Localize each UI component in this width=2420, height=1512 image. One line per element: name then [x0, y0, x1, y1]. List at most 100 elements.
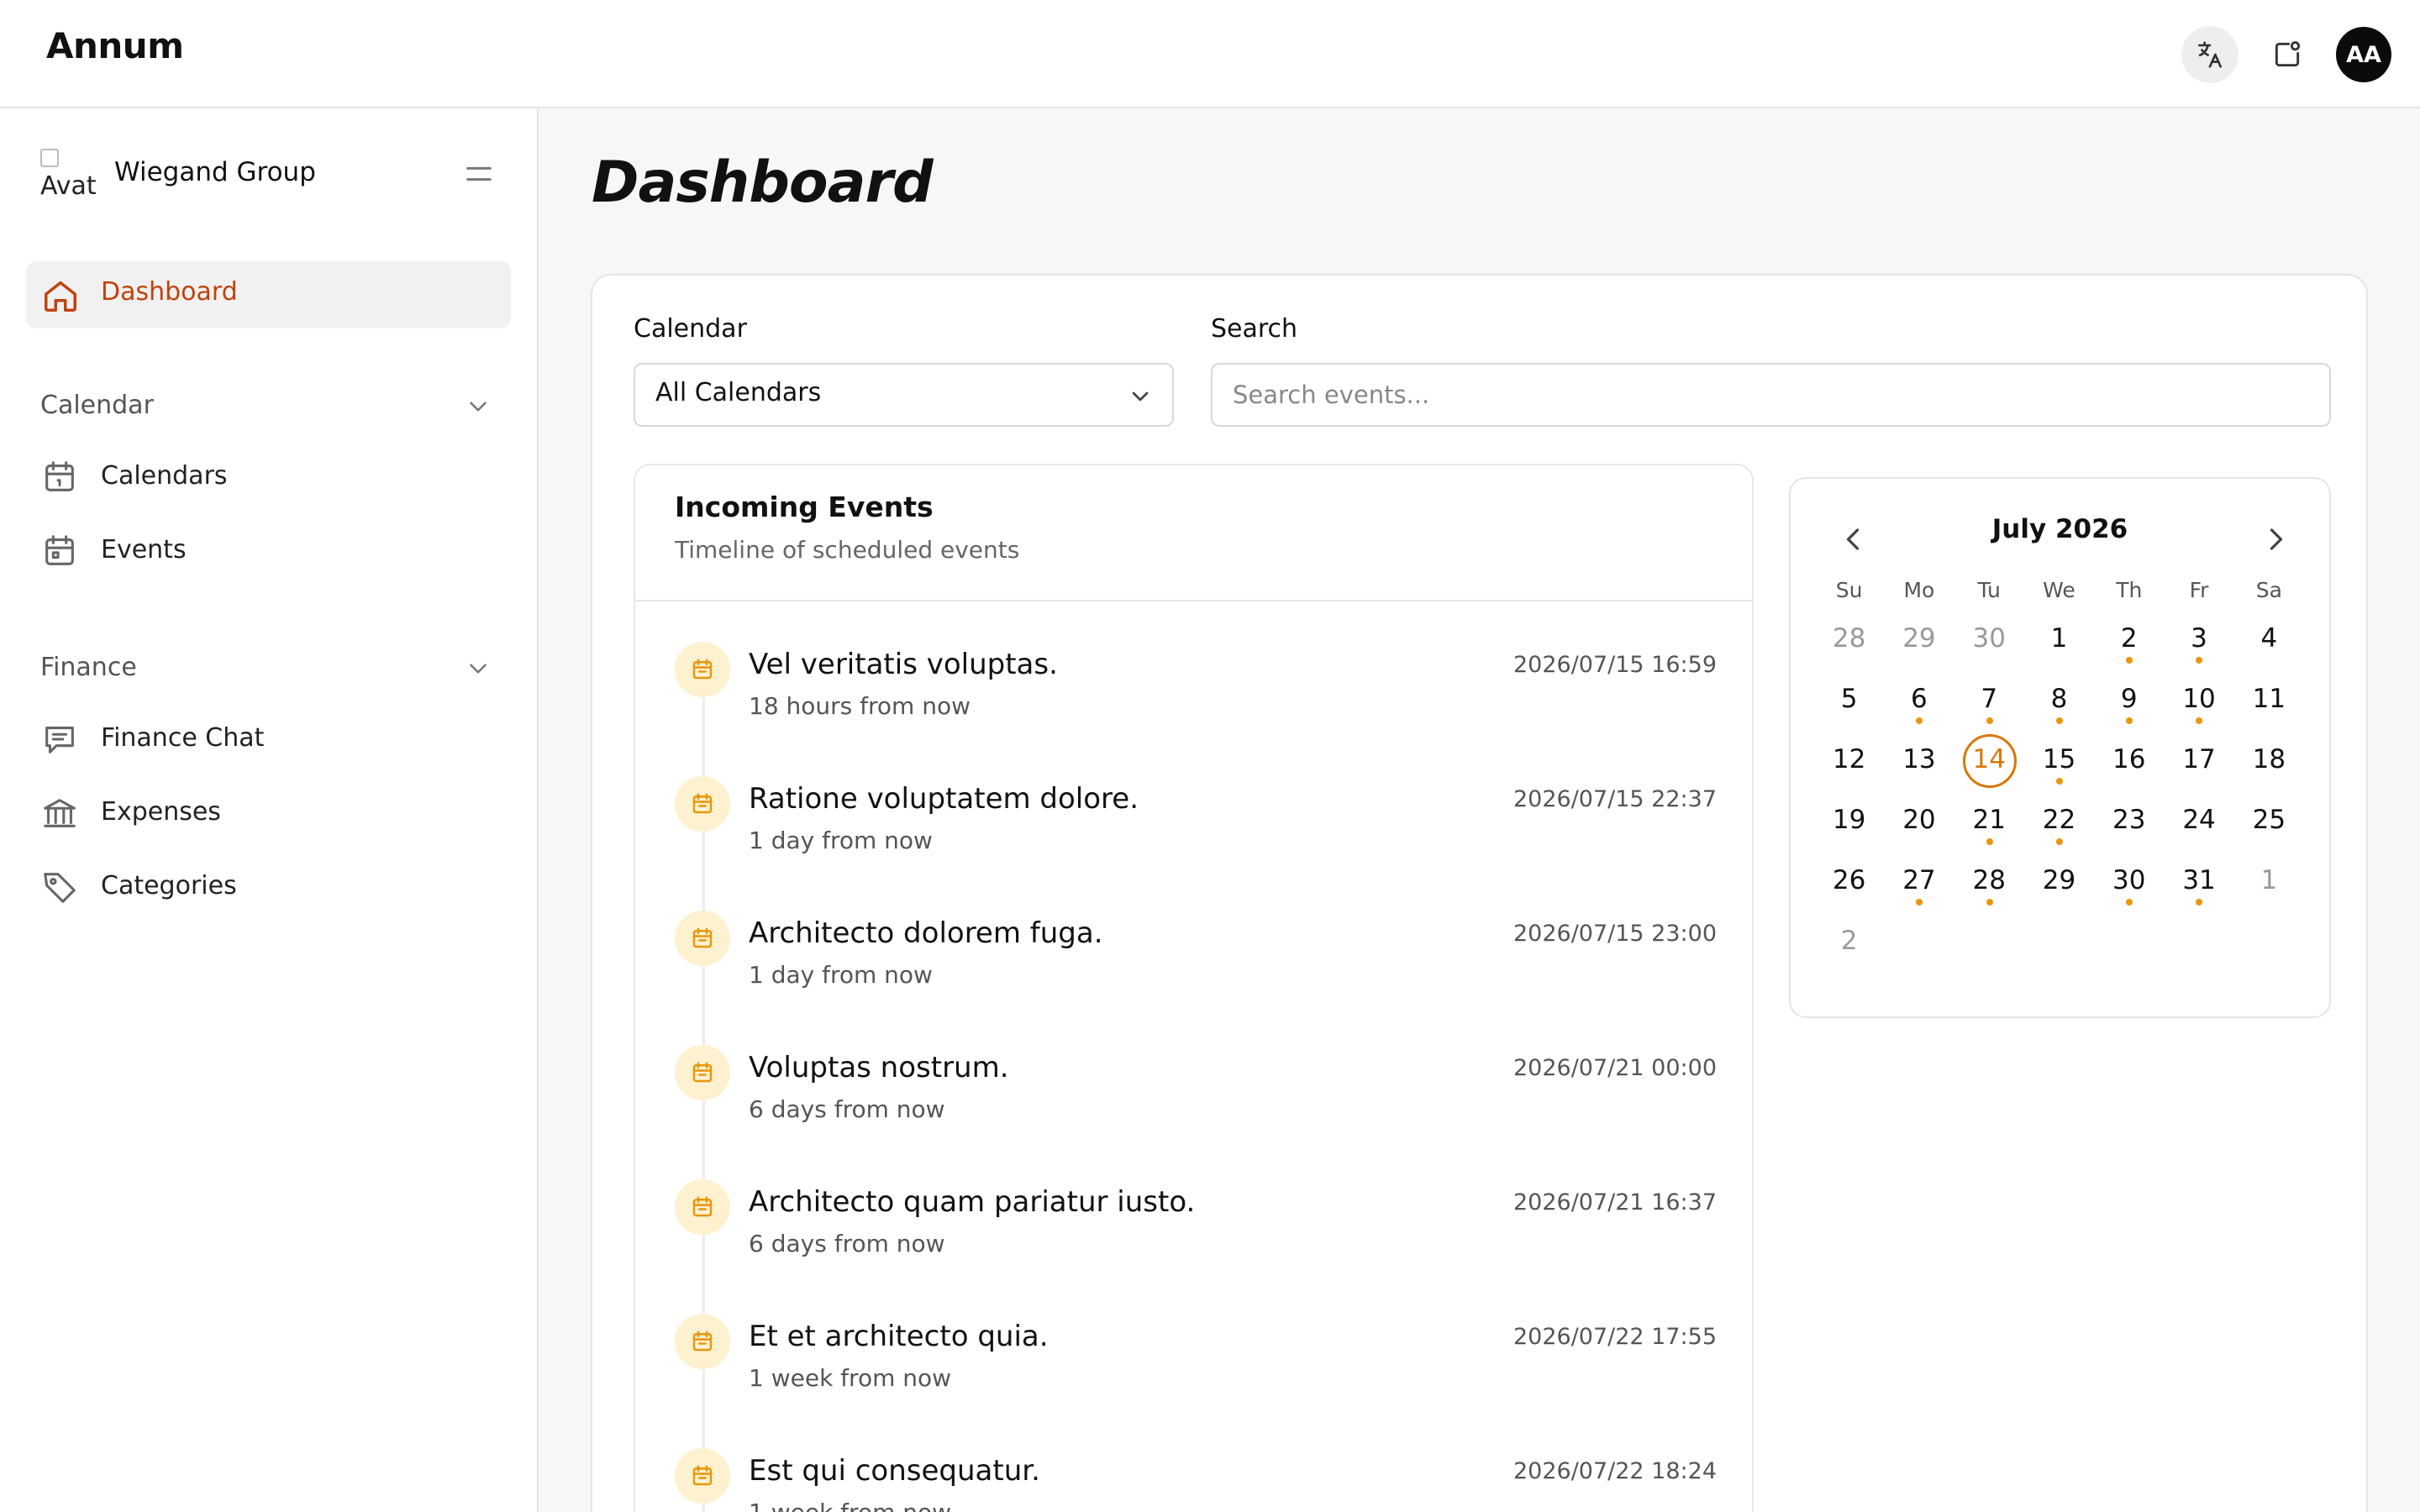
org-avatar: Avat — [40, 149, 99, 199]
user-avatar[interactable]: AA — [2336, 27, 2391, 82]
calendar-day[interactable]: 29 — [2024, 857, 2094, 917]
event-relative-time: 1 week from now — [749, 1499, 951, 1512]
event-datetime: 2026/07/22 18:24 — [1512, 1458, 1717, 1484]
day-number: 28 — [1972, 865, 2006, 895]
day-number: 14 — [1972, 744, 2006, 774]
event-icon — [675, 1045, 730, 1100]
day-number: 22 — [2042, 805, 2076, 835]
calendar-day[interactable]: 4 — [2234, 615, 2304, 675]
calendar-icon — [692, 1196, 713, 1217]
calendar-day[interactable]: 2 — [2094, 615, 2164, 675]
calendar-day[interactable]: 30 — [2094, 857, 2164, 917]
calendar-day[interactable]: 18 — [2234, 736, 2304, 796]
day-number: 12 — [1832, 744, 1866, 774]
calendar-day[interactable]: 8 — [2024, 675, 2094, 736]
day-number: 1 — [2260, 865, 2278, 895]
calendar-day[interactable]: 28 — [1954, 857, 2024, 917]
incoming-events-panel: Incoming Events Timeline of scheduled ev… — [634, 464, 1754, 1512]
day-number: 6 — [1911, 684, 1928, 714]
tag-icon — [44, 873, 76, 903]
mini-calendar: July 2026 Su Mo Tu We Th Fr Sa 28 29 30 1 2 3 4 5 6 7 8 9 1… — [1789, 477, 2331, 1018]
calendar-day[interactable]: 1 — [2234, 857, 2304, 917]
weekday-label: Th — [2116, 578, 2143, 602]
calendar-day[interactable]: 24 — [2164, 796, 2233, 857]
calendar-day[interactable]: 2 — [1814, 917, 1884, 978]
event-item[interactable]: Ratione voluptatem dolore. 1 day from no… — [675, 776, 1717, 894]
calendar-day[interactable]: 1 — [2024, 615, 2094, 675]
day-number: 27 — [1902, 865, 1936, 895]
event-icon — [675, 911, 730, 966]
search-input[interactable] — [1211, 363, 2331, 427]
event-icon — [675, 1448, 730, 1504]
sidebar-item-events[interactable]: Events — [40, 527, 511, 577]
day-number: 30 — [2112, 865, 2146, 895]
calendar-day[interactable]: 30 — [1954, 615, 2024, 675]
calendar-day[interactable]: 19 — [1814, 796, 1884, 857]
sidebar-item-dashboard[interactable]: Dashboard — [26, 261, 511, 328]
calendar-day[interactable]: 25 — [2234, 796, 2304, 857]
day-number: 29 — [1902, 623, 1936, 654]
calendar-day[interactable]: 9 — [2094, 675, 2164, 736]
bank-icon — [44, 799, 76, 827]
calendar-icon — [692, 1331, 713, 1352]
event-relative-time: 6 days from now — [749, 1095, 945, 1123]
calendar-day[interactable]: 15 — [2024, 736, 2094, 796]
language-button[interactable] — [2181, 26, 2238, 83]
menu-toggle-icon[interactable] — [462, 157, 496, 191]
calendar-day[interactable]: 22 — [2024, 796, 2094, 857]
event-dot — [1916, 899, 1923, 906]
calendar-day[interactable]: 23 — [2094, 796, 2164, 857]
calendar-day-today[interactable]: 14 — [1954, 734, 2024, 796]
event-item[interactable]: Et et architecto quia. 1 week from now 2… — [675, 1314, 1717, 1431]
section-calendar-toggle[interactable]: Calendar — [40, 386, 511, 428]
calendar-day[interactable]: 12 — [1814, 736, 1884, 796]
event-dot — [2055, 717, 2063, 724]
calendar-day[interactable]: 20 — [1884, 796, 1954, 857]
day-number: 24 — [2182, 805, 2216, 835]
calendar-day[interactable]: 26 — [1814, 857, 1884, 917]
calendar-day[interactable]: 10 — [2164, 675, 2233, 736]
calendar-day[interactable]: 11 — [2234, 675, 2304, 736]
sidebar-item-calendars[interactable]: Calendars — [40, 453, 511, 503]
org-switcher[interactable]: Avat Wiegand Group — [40, 142, 511, 206]
calendar-day[interactable]: 6 — [1884, 675, 1954, 736]
calendar-day[interactable]: 13 — [1884, 736, 1954, 796]
event-item[interactable]: Est qui consequatur. 1 week from now 202… — [675, 1448, 1717, 1512]
sidebar-item-finance-chat[interactable]: Finance Chat — [40, 715, 511, 765]
event-title: Est qui consequatur. — [749, 1454, 1040, 1488]
event-item[interactable]: Architecto quam pariatur iusto. 6 days f… — [675, 1179, 1717, 1297]
calendar-select[interactable]: All Calendars — [634, 363, 1174, 427]
sidebar-item-expenses[interactable]: Expenses — [40, 789, 511, 839]
calendar-day[interactable]: 31 — [2164, 857, 2233, 917]
day-number: 2 — [1840, 926, 1858, 956]
section-finance-toggle[interactable]: Finance — [40, 648, 511, 690]
calendar-icon — [692, 1062, 713, 1083]
notifications-button[interactable] — [2259, 26, 2316, 83]
calendar-day[interactable]: 21 — [1954, 796, 2024, 857]
sidebar-item-label: Categories — [101, 871, 237, 900]
calendar-week-row: 5 6 7 8 9 10 11 — [1814, 675, 2304, 736]
event-title: Et et architecto quia. — [749, 1320, 1049, 1353]
day-number: 7 — [1981, 684, 1998, 714]
calendar-day[interactable]: 28 — [1814, 615, 1884, 675]
calendar-day[interactable]: 7 — [1954, 675, 2024, 736]
sidebar-item-categories[interactable]: Categories — [40, 863, 511, 913]
calendar-day[interactable]: 16 — [2094, 736, 2164, 796]
event-item[interactable]: Vel veritatis voluptas. 18 hours from no… — [675, 642, 1717, 759]
event-title: Vel veritatis voluptas. — [749, 648, 1058, 681]
day-number: 11 — [2252, 684, 2286, 714]
calendar-day[interactable]: 29 — [1884, 615, 1954, 675]
event-dot — [1916, 717, 1923, 724]
day-number: 31 — [2182, 865, 2216, 895]
calendar-day[interactable]: 5 — [1814, 675, 1884, 736]
calendar-day[interactable]: 17 — [2164, 736, 2233, 796]
day-number: 3 — [2191, 623, 2207, 654]
calendar-day[interactable]: 3 — [2164, 615, 2233, 675]
chevron-right-icon[interactable] — [2258, 521, 2295, 558]
day-number: 18 — [2252, 744, 2286, 774]
event-item[interactable]: Voluptas nostrum. 6 days from now 2026/0… — [675, 1045, 1717, 1163]
calendar-day[interactable]: 27 — [1884, 857, 1954, 917]
translate-icon — [2197, 41, 2223, 68]
app-brand[interactable]: Annum — [46, 25, 184, 66]
event-item[interactable]: Architecto dolorem fuga. 1 day from now … — [675, 911, 1717, 1028]
